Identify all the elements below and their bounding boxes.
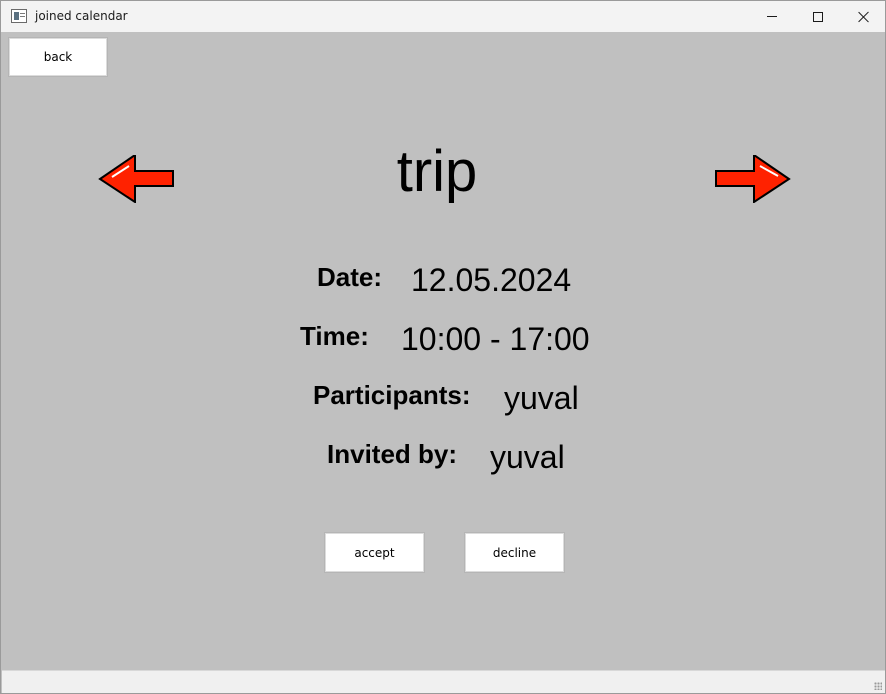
time-label: Time: bbox=[300, 321, 369, 351]
arrow-left-icon bbox=[98, 153, 174, 204]
maximize-button[interactable] bbox=[795, 1, 841, 32]
status-bar bbox=[2, 670, 885, 693]
time-value: 10:00 - 17:00 bbox=[401, 321, 590, 357]
previous-event-button[interactable] bbox=[98, 153, 174, 204]
close-icon bbox=[858, 11, 870, 23]
date-value: 12.05.2024 bbox=[411, 262, 572, 298]
maximize-icon bbox=[813, 11, 823, 22]
title-bar[interactable]: joined calendar bbox=[1, 1, 885, 32]
event-title: trip bbox=[396, 139, 478, 204]
back-button[interactable]: back bbox=[9, 38, 107, 76]
close-button[interactable] bbox=[841, 1, 886, 32]
event-view: back trip Date: 12.05.2024 Time: 10:00 -… bbox=[2, 32, 885, 670]
invited-by-value: yuval bbox=[490, 439, 565, 475]
accept-button[interactable]: accept bbox=[325, 533, 424, 572]
participants-label: Participants: bbox=[313, 380, 471, 410]
resize-grip-icon[interactable] bbox=[874, 682, 882, 690]
next-event-button[interactable] bbox=[715, 153, 791, 204]
minimize-button[interactable] bbox=[749, 1, 795, 32]
arrow-right-icon bbox=[715, 153, 791, 204]
participants-value: yuval bbox=[504, 380, 579, 416]
decline-button[interactable]: decline bbox=[465, 533, 564, 572]
app-icon bbox=[11, 9, 27, 23]
app-window: joined calendar back trip Date: 12.05.20… bbox=[0, 0, 886, 694]
window-title: joined calendar bbox=[35, 9, 128, 23]
minimize-icon bbox=[767, 16, 777, 17]
invited-by-label: Invited by: bbox=[327, 439, 458, 469]
date-label: Date: bbox=[317, 262, 383, 292]
